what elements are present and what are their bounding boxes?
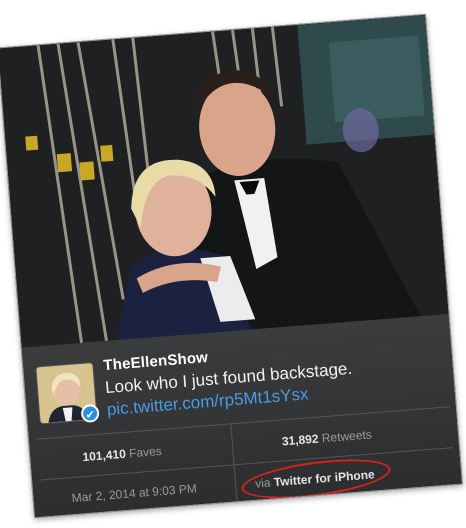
retweets-label: Retweets [321, 427, 373, 446]
verified-check-icon: ✔ [80, 403, 100, 424]
faves-label: Faves [128, 443, 163, 461]
photo-illustration [0, 14, 451, 348]
tweet-timestamp[interactable]: Mar 2, 2014 at 9:03 PM [71, 481, 197, 505]
stats-divider-left [40, 464, 234, 481]
tweet-card: ✔ TheEllenShow Look who I just found bac… [0, 13, 463, 519]
retweets-stat[interactable]: 31,892 Retweets [281, 427, 372, 448]
highlight-oval [239, 452, 393, 506]
tweet-photo[interactable] [0, 14, 451, 348]
tweet-stats: 101,410 Faves 31,892 Retweets Mar 2, 201… [36, 406, 456, 519]
faves-stat[interactable]: 101,410 Faves [82, 444, 162, 464]
faves-count: 101,410 [81, 446, 127, 465]
retweets-count: 31,892 [281, 431, 320, 449]
tweet-body: ✔ TheEllenShow Look who I just found bac… [21, 313, 463, 519]
